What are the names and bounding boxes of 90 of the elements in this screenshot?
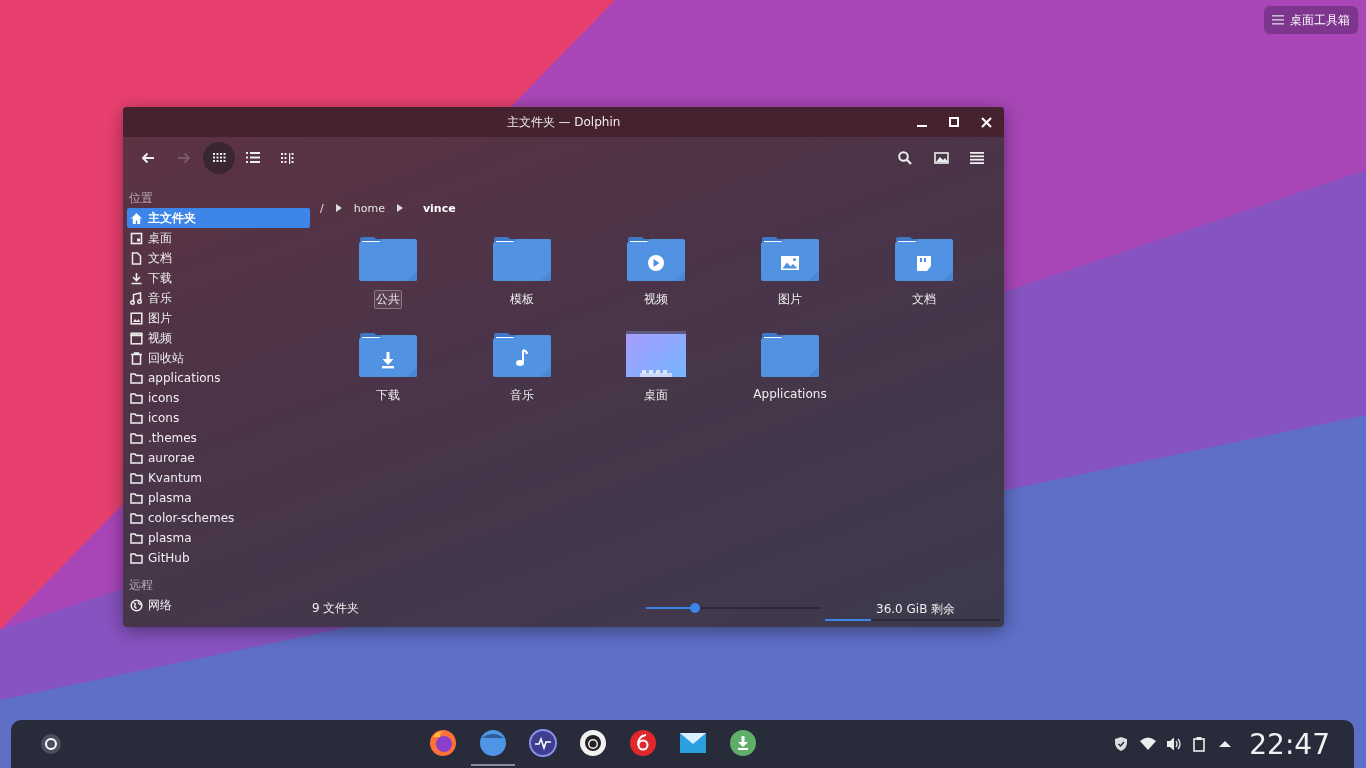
folder-icon — [760, 331, 820, 377]
slider-thumb[interactable] — [690, 603, 700, 613]
breadcrumb-item[interactable]: vince — [422, 201, 456, 215]
circle-icon — [40, 733, 62, 755]
grid-view-icon — [212, 153, 226, 163]
list-view-icon — [246, 152, 260, 164]
music-folder-icon — [492, 331, 552, 377]
sidebar-item[interactable]: plasma — [127, 488, 310, 508]
video-folder-icon — [626, 235, 686, 281]
breadcrumb-item[interactable]: home — [353, 201, 385, 215]
folder-icon — [130, 411, 143, 425]
file-name[interactable]: 公共 — [374, 290, 402, 309]
waveform-icon — [529, 729, 557, 757]
icons-view-button[interactable] — [203, 142, 235, 174]
close-icon — [980, 116, 992, 128]
desktop-thumbnail-icon — [626, 331, 686, 377]
free-space-text: 36.0 GiB 剩余 — [875, 602, 957, 616]
sidebar-item[interactable]: 音乐 — [127, 288, 310, 308]
file-name[interactable]: 图片 — [776, 290, 804, 309]
folder-icon — [358, 235, 418, 281]
sidebar-item[interactable]: plasma — [127, 528, 310, 548]
trash-icon — [130, 351, 143, 365]
folder-icon — [130, 531, 143, 545]
sidebar-item[interactable]: 桌面 — [127, 228, 310, 248]
file-name[interactable]: 模板 — [508, 290, 536, 309]
desktop-icon — [130, 231, 143, 245]
file-name[interactable]: 下载 — [374, 386, 402, 405]
status-text: 9 文件夹 — [312, 599, 361, 617]
search-icon — [898, 151, 912, 165]
forward-arrow-icon — [177, 152, 191, 164]
back-arrow-icon — [141, 152, 155, 164]
sidebar-item[interactable]: 回收站 — [127, 348, 310, 368]
section-heading: 远程 — [128, 577, 154, 594]
speaker-icon — [1166, 736, 1183, 752]
music-note-icon — [130, 291, 143, 305]
folder-icon — [130, 551, 143, 565]
folder-icon — [130, 491, 143, 505]
window-title: 主文件夹 — Dolphin — [506, 113, 621, 131]
document-folder-icon — [894, 235, 954, 281]
sidebar-item[interactable]: 视频 — [127, 328, 310, 348]
image-folder-icon — [760, 235, 820, 281]
folder-icon — [130, 431, 143, 445]
desktop-toolbox-button[interactable]: 桌面工具箱 — [1264, 6, 1358, 34]
columns-view-icon — [280, 152, 294, 164]
sidebar-item[interactable]: icons — [127, 408, 310, 428]
sidebar-item[interactable]: applications — [127, 368, 310, 388]
file-name[interactable]: 文档 — [910, 290, 938, 309]
sidebar-item[interactable]: GitHub — [127, 548, 310, 568]
folder-icon — [130, 451, 143, 465]
minimize-icon — [917, 125, 927, 127]
file-name[interactable]: 音乐 — [508, 386, 536, 405]
sidebar-item[interactable]: 网络 — [127, 595, 310, 615]
sidebar-item[interactable]: .themes — [127, 428, 310, 448]
folder-icon — [130, 371, 143, 385]
bowl-icon — [479, 729, 507, 757]
sidebar-item[interactable]: icons — [127, 388, 310, 408]
sidebar-item[interactable]: 文档 — [127, 248, 310, 268]
folder-icon — [130, 471, 143, 485]
sidebar-item[interactable]: 主文件夹 — [127, 208, 310, 228]
download-icon — [130, 271, 143, 285]
menu-icon — [1272, 15, 1284, 25]
folder-icon — [130, 511, 143, 525]
globe-icon — [429, 729, 457, 757]
chevron-icon — [396, 204, 403, 212]
sidebar-item[interactable]: 下载 — [127, 268, 310, 288]
folder-icon — [492, 235, 552, 281]
film-icon — [130, 331, 143, 345]
sidebar-item[interactable]: aurorae — [127, 448, 310, 468]
home-icon — [130, 211, 143, 225]
file-name[interactable]: 桌面 — [642, 386, 670, 405]
section-heading: 位置 — [128, 190, 154, 207]
zoom-slider[interactable] — [646, 601, 821, 615]
file-name[interactable]: 视频 — [642, 290, 670, 309]
wifi-icon — [1140, 736, 1157, 752]
sidebar-item[interactable]: 图片 — [127, 308, 310, 328]
document-icon — [130, 251, 143, 265]
image-icon — [933, 152, 949, 164]
maximize-icon — [949, 117, 959, 127]
image-icon — [130, 311, 143, 325]
breadcrumb-item[interactable]: / — [320, 201, 324, 215]
sidebar-item[interactable]: Kvantum — [127, 468, 310, 488]
sidebar-item[interactable]: color-schemes — [127, 508, 310, 528]
download-folder-icon — [358, 331, 418, 377]
download-icon — [729, 729, 757, 757]
chevron-icon — [335, 204, 342, 212]
folder-icon — [130, 391, 143, 405]
globe-icon — [130, 598, 143, 612]
file-name[interactable]: Applications — [751, 386, 829, 402]
menu-icon — [970, 152, 984, 164]
clock: 22:47 — [1249, 727, 1330, 761]
